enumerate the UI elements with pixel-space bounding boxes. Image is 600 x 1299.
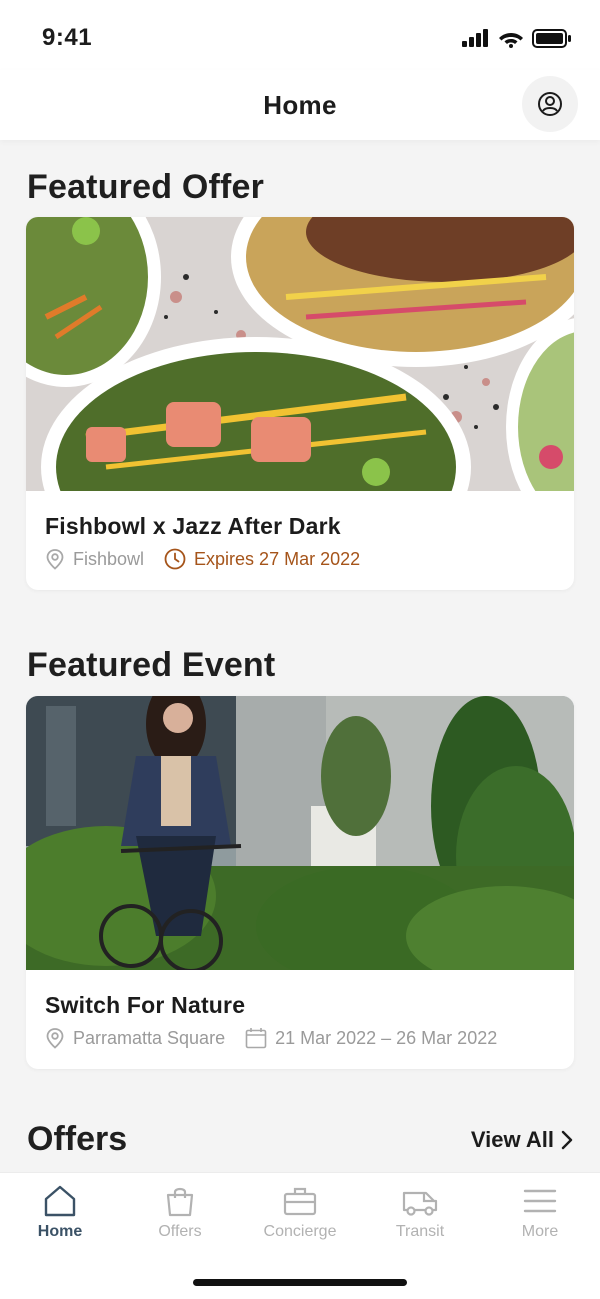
tab-more[interactable]: More bbox=[480, 1173, 600, 1253]
offer-expiry: Expires 27 Mar 2022 bbox=[164, 548, 360, 570]
status-icons bbox=[462, 28, 572, 48]
wifi-icon bbox=[499, 32, 523, 48]
chevron-right-icon bbox=[561, 1130, 573, 1149]
tab-offers-label: Offers bbox=[158, 1223, 202, 1240]
featured-offer-card[interactable]: Fishbowl x Jazz After Dark Fishbowl Expi… bbox=[26, 217, 574, 590]
tab-transit-label: Transit bbox=[395, 1223, 445, 1240]
tab-concierge[interactable]: Concierge bbox=[240, 1173, 360, 1253]
tab-home[interactable]: Home bbox=[0, 1173, 120, 1253]
featured-offer-details: Fishbowl x Jazz After Dark Fishbowl Expi… bbox=[26, 491, 574, 590]
view-all-label: View All bbox=[470, 1126, 554, 1152]
offer-meta: Fishbowl Expires 27 Mar 2022 bbox=[45, 548, 555, 570]
featured-event-details: Switch For Nature Parramatta Square 21 M… bbox=[26, 970, 574, 1069]
page-title: Home bbox=[263, 89, 337, 120]
van-icon bbox=[402, 1191, 438, 1216]
featured-event-image bbox=[26, 696, 574, 970]
menu-icon bbox=[523, 1189, 557, 1213]
tab-concierge-label: Concierge bbox=[263, 1223, 337, 1240]
user-icon bbox=[538, 92, 562, 116]
briefcase-icon bbox=[283, 1187, 317, 1216]
home-content[interactable]: Featured Offer Fishbowl x Jazz After Dar… bbox=[0, 140, 600, 1172]
signal-icon bbox=[462, 29, 488, 47]
offer-title: Fishbowl x Jazz After Dark bbox=[45, 513, 341, 539]
featured-offer-heading: Featured Offer bbox=[27, 168, 265, 206]
clock-icon bbox=[164, 548, 186, 570]
event-dates: 21 Mar 2022 – 26 Mar 2022 bbox=[245, 1027, 497, 1049]
offer-expiry-label: Expires 27 Mar 2022 bbox=[194, 548, 361, 569]
home-icon bbox=[44, 1185, 76, 1217]
offers-header: Offers View All bbox=[27, 1120, 574, 1159]
status-time: 9:41 bbox=[42, 24, 93, 51]
event-location-label: Parramatta Square bbox=[73, 1027, 226, 1048]
view-all-offers-link[interactable]: View All bbox=[471, 1127, 574, 1153]
tab-transit[interactable]: Transit bbox=[360, 1173, 480, 1253]
profile-button[interactable] bbox=[522, 76, 578, 132]
home-indicator[interactable] bbox=[193, 1279, 407, 1286]
event-location: Parramatta Square bbox=[45, 1027, 225, 1049]
app-header: Home bbox=[0, 70, 600, 140]
tab-home-label: Home bbox=[37, 1223, 83, 1240]
event-dates-label: 21 Mar 2022 – 26 Mar 2022 bbox=[275, 1027, 498, 1048]
featured-event-card[interactable]: Switch For Nature Parramatta Square 21 M… bbox=[26, 696, 574, 1069]
location-pin-icon bbox=[46, 549, 64, 570]
featured-event-heading: Featured Event bbox=[27, 646, 276, 684]
battery-icon bbox=[532, 28, 571, 48]
location-pin-icon bbox=[46, 1028, 64, 1049]
event-meta: Parramatta Square 21 Mar 2022 – 26 Mar 2… bbox=[45, 1027, 555, 1049]
shopping-bag-icon bbox=[166, 1187, 194, 1217]
status-bar: 9:41 bbox=[0, 0, 600, 70]
event-title: Switch For Nature bbox=[45, 992, 246, 1018]
featured-offer-image bbox=[26, 217, 574, 491]
tab-bar: Home Offers Concierge Transit More bbox=[0, 1172, 600, 1299]
offer-location: Fishbowl bbox=[45, 548, 144, 570]
calendar-icon bbox=[245, 1028, 267, 1049]
tab-offers[interactable]: Offers bbox=[120, 1173, 240, 1253]
offer-location-label: Fishbowl bbox=[73, 548, 145, 569]
tab-more-label: More bbox=[521, 1223, 559, 1240]
offers-heading: Offers bbox=[27, 1120, 128, 1158]
